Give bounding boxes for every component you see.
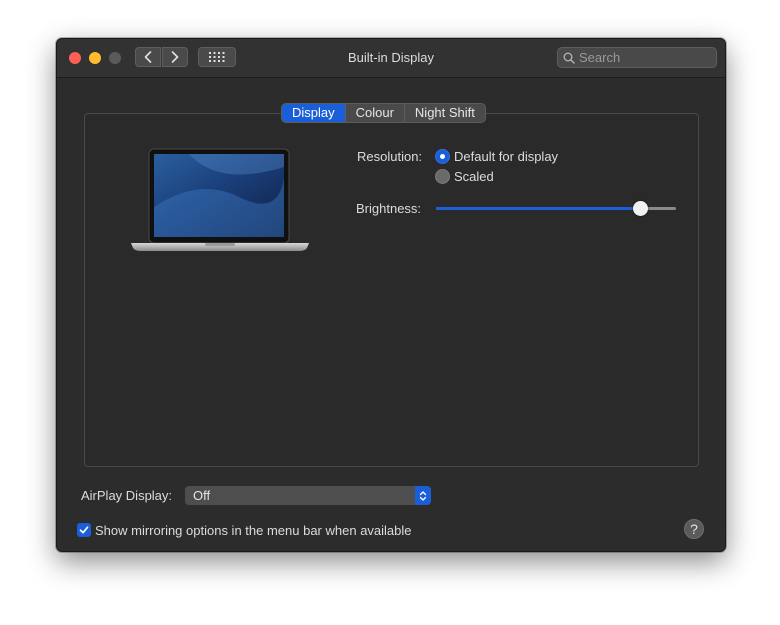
airplay-display-label: AirPlay Display:	[81, 488, 173, 503]
checkmark-icon	[79, 526, 89, 534]
radio-default-for-display[interactable]	[435, 149, 450, 164]
brightness-slider-knob[interactable]	[633, 201, 648, 216]
help-button[interactable]: ?	[684, 519, 704, 539]
resolution-label: Resolution:	[357, 149, 423, 164]
title-bar: Built-in Display	[57, 39, 725, 78]
tab-display[interactable]: Display	[282, 104, 345, 122]
laptop-icon	[131, 148, 309, 251]
search-field[interactable]	[557, 47, 717, 68]
search-input[interactable]	[579, 50, 709, 65]
mirroring-label[interactable]: Show mirroring options in the menu bar w…	[95, 523, 412, 538]
scaled-label[interactable]: Scaled	[454, 169, 494, 184]
mirroring-checkbox[interactable]	[77, 523, 91, 537]
airplay-display-value: Off	[193, 488, 211, 503]
tab-bar: Display Colour Night Shift	[281, 103, 486, 123]
chevron-updown-icon	[415, 486, 431, 505]
default-for-display-label[interactable]: Default for display	[454, 149, 558, 164]
search-icon	[563, 52, 575, 64]
help-icon: ?	[690, 521, 698, 537]
brightness-label: Brightness:	[356, 201, 422, 216]
tab-colour[interactable]: Colour	[344, 104, 404, 122]
tab-night-shift[interactable]: Night Shift	[403, 104, 485, 122]
preferences-window: Built-in Display Display Colour Night Sh…	[56, 38, 726, 552]
brightness-slider-fill	[436, 207, 640, 210]
radio-scaled[interactable]	[435, 169, 450, 184]
airplay-display-select[interactable]: Off	[185, 486, 431, 505]
